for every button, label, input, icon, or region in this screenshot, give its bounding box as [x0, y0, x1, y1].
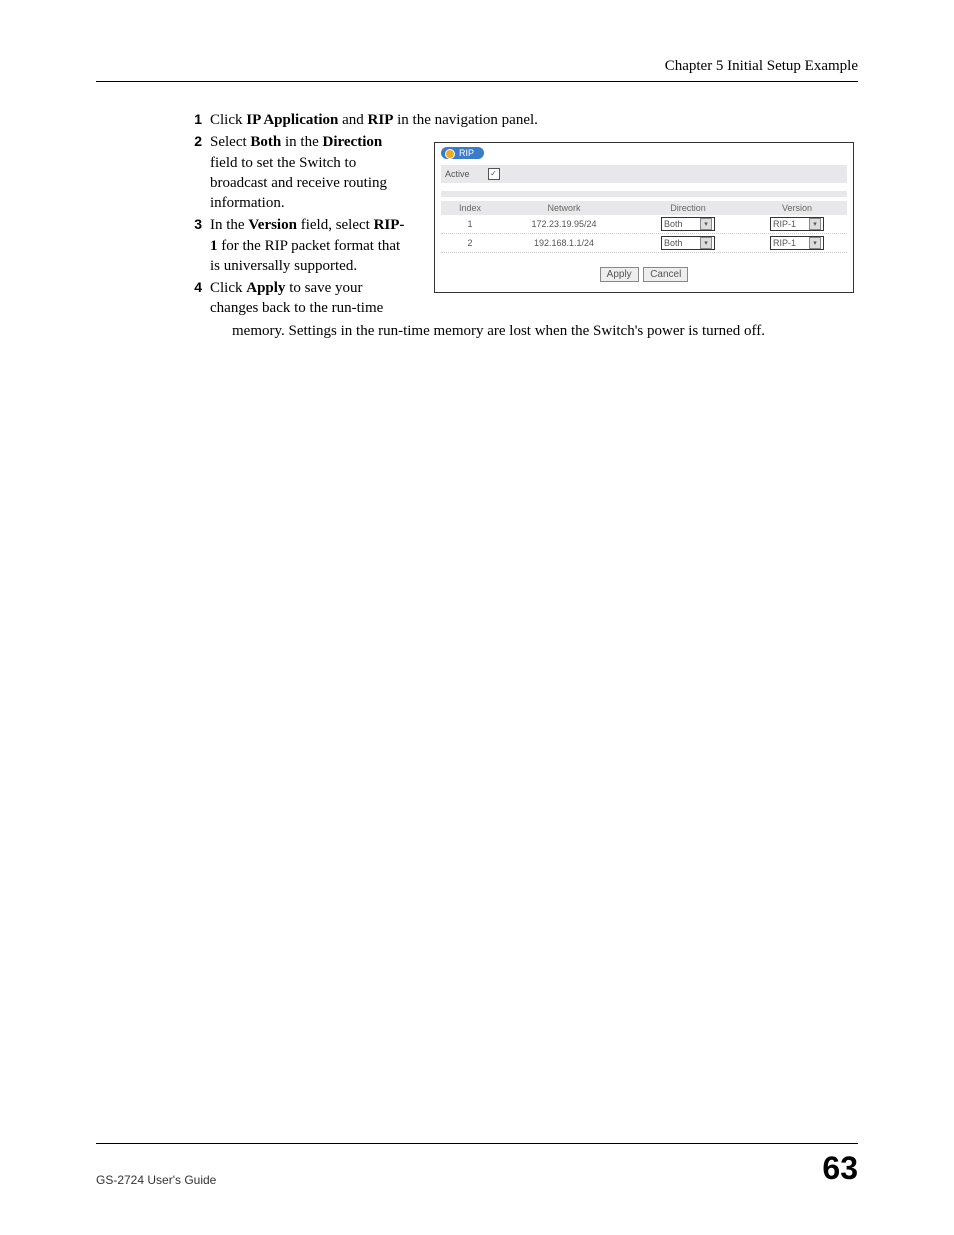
step-text: Click [210, 112, 246, 128]
active-label: Active [445, 169, 470, 179]
version-dropdown[interactable]: RIP-1 ▾ [770, 217, 824, 231]
footer-rule [96, 1143, 858, 1144]
step-text: for the RIP packet format that is univer… [210, 238, 400, 274]
step-4-continuation: memory. Settings in the run-time memory … [232, 321, 858, 341]
direction-dropdown[interactable]: Both ▾ [661, 217, 715, 231]
dropdown-value: Both [664, 219, 683, 229]
chevron-down-icon: ▾ [700, 218, 712, 230]
table-row: 2 192.168.1.1/24 Both ▾ RIP-1 ▾ [441, 234, 847, 253]
dropdown-value: Both [664, 238, 683, 248]
col-direction: Direction [633, 203, 743, 213]
step-text: Select [210, 134, 250, 150]
guide-title: GS-2724 User's Guide [96, 1173, 216, 1187]
step-number: 3 [188, 215, 202, 234]
cell-index: 1 [445, 219, 495, 229]
dropdown-value: RIP-1 [773, 238, 796, 248]
active-row: Active ✓ [441, 165, 847, 183]
step-2: 2 Select Both in the Direction field to … [210, 132, 410, 213]
rip-tab[interactable]: RIP [441, 147, 484, 159]
step-bold: Version [248, 217, 297, 233]
cell-network: 172.23.19.95/24 [499, 219, 629, 229]
step-text: field to set the Switch to broadcast and… [210, 155, 387, 212]
step-text: field, select [297, 217, 374, 233]
divider-bar [441, 191, 847, 197]
step-bold: Direction [323, 134, 383, 150]
header-rule [96, 81, 858, 82]
step-text: in the [281, 134, 322, 150]
step-bold: Both [250, 134, 281, 150]
col-version: Version [747, 203, 847, 213]
cell-network: 192.168.1.1/24 [499, 238, 629, 248]
step-bold: IP Application [246, 112, 338, 128]
col-network: Network [499, 203, 629, 213]
version-dropdown[interactable]: RIP-1 ▾ [770, 236, 824, 250]
active-checkbox[interactable]: ✓ [488, 168, 500, 180]
table-header: Index Network Direction Version [441, 201, 847, 215]
page-number: 63 [822, 1150, 858, 1187]
chevron-down-icon: ▾ [700, 237, 712, 249]
step-4: 4 Click Apply to save your changes back … [210, 278, 410, 319]
step-1: 1 Click IP Application and RIP in the na… [210, 110, 858, 130]
page-footer: GS-2724 User's Guide 63 [96, 1143, 858, 1187]
step-bold: RIP [368, 112, 394, 128]
apply-button[interactable]: Apply [600, 267, 639, 282]
rip-config-panel: RIP Active ✓ Index Network Direction Ver… [434, 142, 854, 293]
step-number: 1 [188, 110, 202, 129]
chevron-down-icon: ▾ [809, 237, 821, 249]
page-header: Chapter 5 Initial Setup Example [96, 58, 858, 75]
cell-index: 2 [445, 238, 495, 248]
col-index: Index [445, 203, 495, 213]
step-text: and [338, 112, 367, 128]
cancel-button[interactable]: Cancel [643, 267, 688, 282]
step-number: 2 [188, 132, 202, 151]
step-number: 4 [188, 278, 202, 297]
table-row: 1 172.23.19.95/24 Both ▾ RIP-1 ▾ [441, 215, 847, 234]
step-text: Click [210, 280, 246, 296]
chevron-down-icon: ▾ [809, 218, 821, 230]
dropdown-value: RIP-1 [773, 219, 796, 229]
step-text: In the [210, 217, 248, 233]
direction-dropdown[interactable]: Both ▾ [661, 236, 715, 250]
step-text: in the navigation panel. [393, 112, 538, 128]
step-3: 3 In the Version field, select RIP-1 for… [210, 215, 410, 276]
button-row: Apply Cancel [441, 267, 847, 282]
step-bold: Apply [246, 280, 285, 296]
